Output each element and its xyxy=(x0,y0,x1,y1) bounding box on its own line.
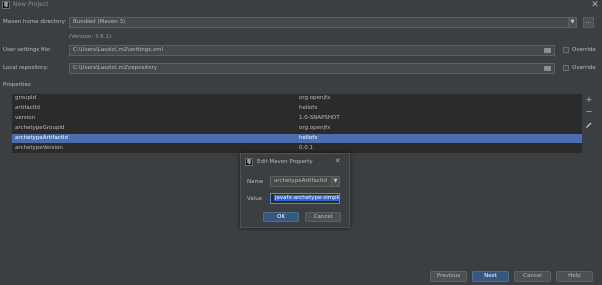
property-value: hellofx xyxy=(299,105,318,111)
property-value: 1.0-SNAPSHOT xyxy=(299,115,340,121)
property-value: 0.0.1 xyxy=(299,145,313,151)
remove-icon[interactable]: − xyxy=(585,108,593,116)
value-field[interactable]: javafx-archetype-simple xyxy=(270,193,340,204)
dialog-title: Edit Maven Property xyxy=(257,159,313,165)
local-repository-label: Local repository: xyxy=(3,65,49,71)
maven-version-text: (Version: 3.6.1) xyxy=(69,34,112,40)
property-value: hellofx xyxy=(299,135,318,141)
value-label: Value xyxy=(247,196,263,202)
next-button[interactable]: Next xyxy=(472,271,509,282)
ok-button[interactable]: OK xyxy=(263,212,299,222)
folder-icon[interactable] xyxy=(544,66,551,71)
user-settings-label: User settings file: xyxy=(3,47,52,53)
name-label: Name xyxy=(247,179,264,185)
help-button[interactable]: Help xyxy=(556,271,593,282)
table-row[interactable]: groupId org.openjfx xyxy=(12,94,582,103)
value-selected-text: javafx-archetype-simple xyxy=(274,195,339,201)
dialog-cancel-button[interactable]: Cancel xyxy=(305,212,341,222)
local-repository-field[interactable]: C:\Users\Laszlo\.m2\repository xyxy=(69,63,555,74)
previous-button[interactable]: Previous xyxy=(430,271,467,282)
chevron-down-icon[interactable]: ▼ xyxy=(331,176,340,187)
property-key: version xyxy=(15,115,36,121)
table-row[interactable]: artifactId hellofx xyxy=(12,104,582,113)
property-key: groupId xyxy=(15,95,37,101)
table-row[interactable]: archetypeGroupId org.openjfx xyxy=(12,124,582,133)
maven-home-combo[interactable]: Bundled (Maven 3) xyxy=(69,17,570,28)
property-key: artifactId xyxy=(15,105,40,111)
edit-icon[interactable] xyxy=(585,121,593,129)
maven-home-label: Maven home directory: xyxy=(3,19,67,25)
property-key: archetypeVersion xyxy=(15,145,63,151)
property-value: org.openjfx xyxy=(299,95,331,101)
window-close-button[interactable]: ✕ xyxy=(590,0,600,10)
title-bar xyxy=(0,0,602,11)
intellij-app-icon: IJ xyxy=(245,158,253,166)
table-row[interactable]: version 1.0-SNAPSHOT xyxy=(12,114,582,123)
property-key: archetypeGroupId xyxy=(15,125,65,131)
table-row[interactable]: archetypeVersion 0.0.1 xyxy=(12,144,582,153)
local-repository-override-label: Override xyxy=(572,65,596,71)
user-settings-override-checkbox[interactable] xyxy=(563,47,569,53)
edit-maven-property-dialog: IJ Edit Maven Property ✕ Name archetypeA… xyxy=(240,153,350,228)
local-repository-override-checkbox[interactable] xyxy=(563,65,569,71)
properties-table: groupId org.openjfx artifactId hellofx v… xyxy=(12,94,582,153)
property-key: archetypeArtifactId xyxy=(15,135,68,141)
add-icon[interactable]: + xyxy=(585,96,593,104)
user-settings-override-label: Override xyxy=(572,47,596,53)
folder-icon[interactable] xyxy=(544,48,551,53)
window-title: New Project xyxy=(13,1,49,8)
user-settings-field[interactable]: C:\Users\Laszlo\.m2\settings.xml xyxy=(69,45,555,56)
dialog-close-button[interactable]: ✕ xyxy=(333,157,342,166)
chevron-down-icon[interactable]: ▼ xyxy=(568,17,577,28)
property-value: org.openjfx xyxy=(299,125,331,131)
intellij-app-icon: IJ xyxy=(2,1,10,9)
table-row-selected[interactable]: archetypeArtifactId hellofx xyxy=(12,134,582,143)
cancel-button[interactable]: Cancel xyxy=(514,271,551,282)
name-combo[interactable]: archetypeArtifactId xyxy=(270,176,332,187)
browse-maven-home-button[interactable]: … xyxy=(583,17,594,28)
properties-section-label: Properties xyxy=(3,82,31,88)
